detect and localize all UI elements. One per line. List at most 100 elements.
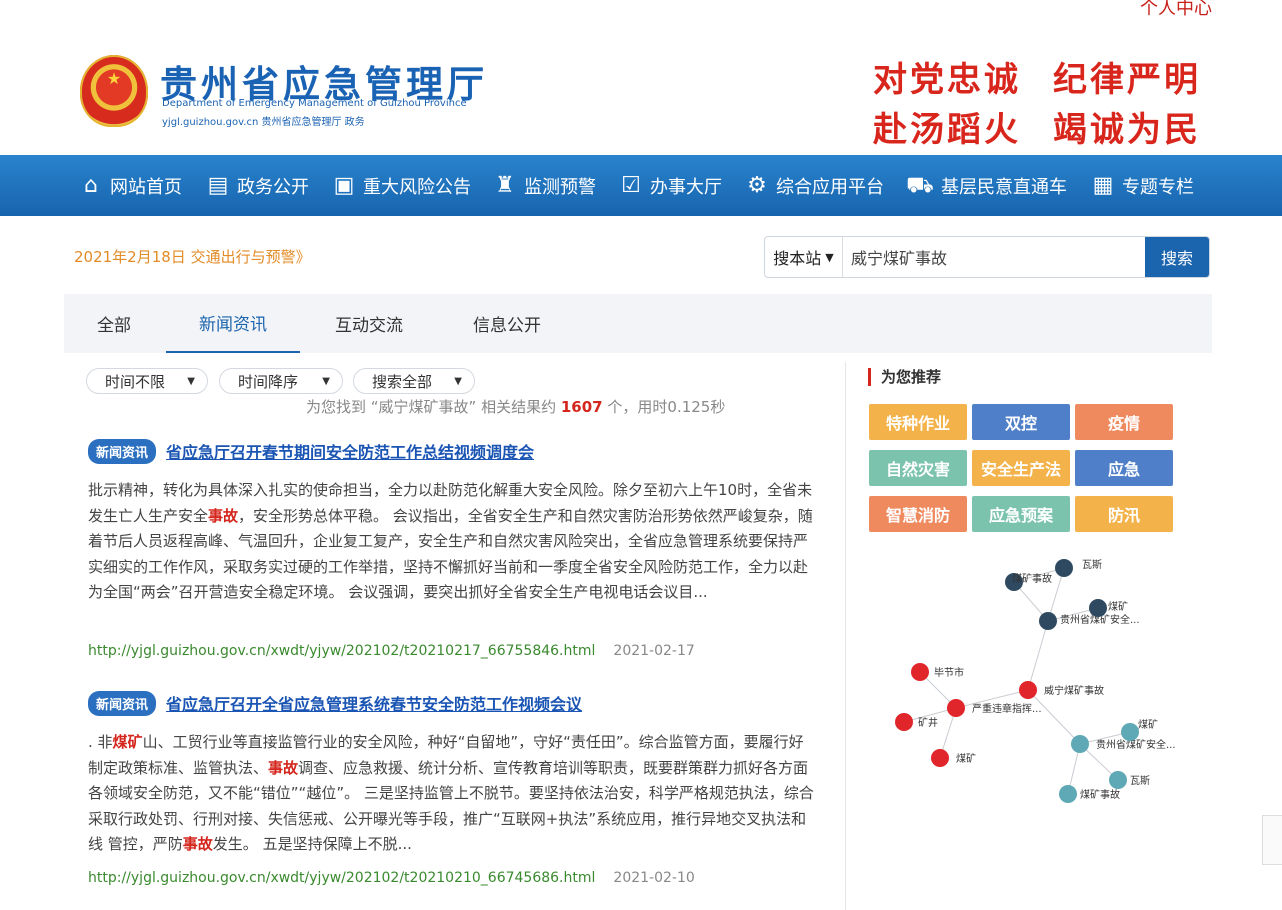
recommend-tag[interactable]: 特种作业 — [869, 404, 967, 440]
search-box: 搜本站 ▼ 搜索 — [764, 236, 1210, 278]
time-range-filter[interactable]: 时间不限 ▼ — [86, 368, 208, 394]
result-title-link[interactable]: 省应急厅召开全省应急管理系统春节安全防范工作视频会议 — [166, 691, 582, 715]
site-header: 个人中心 ★ 贵州省应急管理厅 Department of Emergency … — [0, 0, 1282, 155]
tab-all[interactable]: 全部 — [64, 294, 164, 353]
keyword-highlight: 事故 — [268, 758, 299, 777]
snippet-text: . 非 — [88, 733, 113, 751]
nav-label: 综合应用平台 — [776, 176, 884, 198]
nav-label: 监测预警 — [524, 176, 596, 198]
nav-item-service-hall[interactable]: ☑ 办事大厅 — [618, 155, 722, 216]
nav-label: 专题专栏 — [1122, 176, 1194, 198]
filter-label: 时间不限 — [105, 372, 166, 391]
filter-label: 时间降序 — [238, 372, 299, 391]
graph-node-label: 毕节市 — [934, 666, 964, 679]
nav-item-risk-notice[interactable]: ▣ 重大风险公告 — [331, 155, 471, 216]
graph-node[interactable] — [1071, 735, 1089, 753]
graph-node-label: 贵州省煤矿安全... — [1096, 738, 1176, 751]
time-sort-filter[interactable]: 时间降序 ▼ — [219, 368, 343, 394]
document-icon: ▤ — [207, 172, 229, 198]
caret-down-icon: ▼ — [825, 250, 834, 264]
category-badge: 新闻资讯 — [88, 438, 157, 464]
nav-label: 政务公开 — [237, 176, 309, 198]
search-scope-select[interactable]: 搜本站 ▼ — [765, 237, 843, 277]
recommend-tag[interactable]: 应急预案 — [972, 496, 1070, 532]
nav-label: 网站首页 — [110, 176, 182, 198]
graph-node[interactable] — [1039, 612, 1057, 630]
result-date: 2021-02-17 — [613, 643, 695, 659]
graph-node-label: 瓦斯 — [1130, 774, 1150, 787]
result-summary-suffix: 个，用时0.125秒 — [607, 398, 726, 416]
recommend-tag[interactable]: 智慧消防 — [869, 496, 967, 532]
gear-icon: ⚙ — [747, 172, 767, 198]
nav-item-home[interactable]: ⌂ 网站首页 — [78, 155, 182, 216]
recommend-tag[interactable]: 应急 — [1075, 450, 1173, 486]
keyword-highlight: 事故 — [208, 506, 239, 525]
graph-node-label: 矿井 — [918, 716, 938, 729]
graph-node[interactable] — [911, 663, 929, 681]
recommend-tag[interactable]: 防汛 — [1075, 496, 1173, 532]
search-scope-filter[interactable]: 搜索全部 ▼ — [353, 368, 475, 394]
national-emblem-logo: ★ — [80, 55, 148, 127]
graph-node[interactable] — [1109, 771, 1127, 789]
graph-node[interactable] — [1055, 559, 1073, 577]
alert-board-icon: ▣ — [333, 172, 355, 198]
side-scroll-handle[interactable] — [1262, 815, 1282, 865]
graph-node-label: 瓦斯 — [1082, 558, 1102, 571]
graph-node[interactable] — [895, 713, 913, 731]
graph-node-label: 煤矿事故 — [1080, 788, 1120, 801]
keyword-highlight: 煤矿 — [112, 733, 143, 751]
result-snippet: . 非煤矿山、工贸行业等直接监管行业的安全风险，种好“自留地”，守好“责任田”。… — [88, 730, 818, 858]
result-date: 2021-02-10 — [613, 870, 695, 886]
nav-label: 基层民意直通车 — [941, 176, 1067, 198]
result-snippet: 批示精神，转化为具体深入扎实的使命担当，全力以赴防范化解重大安全风险。除夕至初六… — [88, 478, 818, 631]
nav-item-special-topics[interactable]: ▦ 专题专栏 — [1090, 155, 1194, 216]
site-subtitle-en: Department of Emergency Management of Gu… — [162, 98, 467, 109]
main-nav: ⌂ 网站首页 ▤ 政务公开 ▣ 重大风险公告 ♜ 监测预警 ☑ 办事大厅 ⚙ 综合应用平台 … — [0, 155, 1282, 216]
recommend-title: 为您推荐 — [868, 368, 941, 386]
nav-label: 重大风险公告 — [363, 176, 471, 198]
caret-down-icon: ▼ — [187, 375, 195, 387]
graph-node-label: 煤矿事故 — [1012, 572, 1052, 585]
graph-node[interactable] — [1059, 785, 1077, 803]
graph-node[interactable] — [947, 699, 965, 717]
graph-node[interactable] — [1121, 723, 1139, 741]
slogan-3: 赴汤蹈火 — [873, 110, 1021, 150]
graph-node[interactable] — [1019, 681, 1037, 699]
nav-item-public-opinion[interactable]: ⛟ 基层民意直通车 — [905, 155, 1067, 216]
slogan-1: 对党忠诚 — [873, 60, 1021, 100]
recommend-tag[interactable]: 双控 — [972, 404, 1070, 440]
tab-interaction[interactable]: 互动交流 — [314, 294, 424, 353]
column-divider — [845, 362, 846, 910]
graph-edge — [1027, 620, 1049, 691]
graph-node-label: 严重违章指挥... — [972, 702, 1042, 715]
recommend-tag[interactable]: 自然灾害 — [869, 450, 967, 486]
tab-news[interactable]: 新闻资讯 — [166, 294, 300, 353]
search-input[interactable] — [843, 237, 1145, 277]
recommend-tag[interactable]: 疫情 — [1075, 404, 1173, 440]
tab-info-disclosure[interactable]: 信息公开 — [452, 294, 562, 353]
date-traffic-link[interactable]: 2021年2月18日 交通出行与预警》 — [74, 246, 311, 267]
graph-node-label: 煤矿 — [1108, 600, 1128, 613]
result-title-link[interactable]: 省应急厅召开春节期间安全防范工作总结视频调度会 — [166, 439, 534, 463]
caret-down-icon: ▼ — [454, 375, 462, 387]
recommend-tag[interactable]: 安全生产法 — [972, 450, 1070, 486]
slogan-2: 纪律严明 — [1053, 60, 1201, 100]
nav-item-gov-affairs[interactable]: ▤ 政务公开 — [205, 155, 309, 216]
result-url-link[interactable]: http://yjgl.guizhou.gov.cn/xwdt/yjyw/202… — [88, 643, 595, 659]
result-url-link[interactable]: http://yjgl.guizhou.gov.cn/xwdt/yjyw/202… — [88, 870, 595, 886]
search-button[interactable]: 搜索 — [1145, 237, 1209, 277]
graph-node[interactable] — [931, 749, 949, 767]
nav-item-monitoring[interactable]: ♜ 监测预警 — [492, 155, 596, 216]
result-count: 1607 — [560, 398, 603, 416]
monitor-tower-icon: ♜ — [495, 172, 515, 198]
keyword-highlight: 事故 — [182, 835, 213, 853]
checkbox-icon: ☑ — [621, 172, 641, 198]
star-icon: ★ — [106, 69, 122, 88]
nav-item-platform[interactable]: ⚙ 综合应用平台 — [744, 155, 884, 216]
search-scope-label: 搜本站 — [773, 249, 822, 268]
user-center-link[interactable]: 个人中心 — [1140, 0, 1212, 20]
caret-down-icon: ▼ — [322, 375, 330, 387]
result-summary-prefix: 为您找到 “威宁煤矿事故” 相关结果约 — [306, 398, 557, 416]
graph-edge — [1027, 689, 1081, 745]
graph-node[interactable] — [1089, 599, 1107, 617]
